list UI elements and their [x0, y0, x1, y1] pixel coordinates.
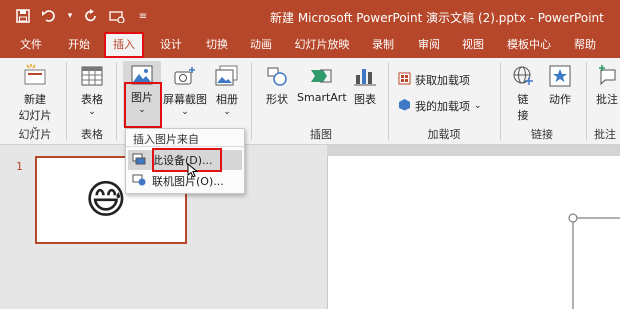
get-addins-label: 获取加载项 [415, 74, 470, 87]
group-divider [586, 62, 587, 140]
get-addins-button[interactable]: 获取加载项 [398, 72, 470, 88]
photo-album-icon [210, 64, 244, 91]
redo-icon[interactable] [82, 7, 100, 25]
mouse-cursor-icon [187, 163, 198, 178]
tab-view[interactable]: 视图 [458, 32, 488, 58]
group-divider [251, 62, 252, 140]
new-slide-button[interactable]: 新建 幻灯片 ⌄ [14, 64, 56, 132]
comment-label: 批注 [596, 93, 618, 106]
link-button[interactable]: 链 接 [508, 64, 538, 123]
store-icon [398, 72, 411, 88]
menu-item-online-pictures[interactable]: 联机图片(O)... [128, 171, 242, 191]
chevron-down-icon: ⌄ [223, 107, 231, 117]
selection-handle[interactable] [328, 156, 620, 309]
group-label-addins: 加载项 [427, 128, 461, 141]
new-slide-icon [14, 64, 56, 91]
tab-home[interactable]: 开始 [64, 32, 94, 58]
online-picture-icon [132, 174, 146, 189]
tab-help[interactable]: 帮助 [570, 32, 600, 58]
tab-transitions[interactable]: 切换 [202, 32, 232, 58]
undo-icon[interactable] [40, 7, 58, 25]
screenshot-icon [163, 64, 207, 91]
slide-number: 1 [16, 160, 23, 173]
tab-record[interactable]: 录制 [368, 32, 398, 58]
group-label-comments: 批注 [594, 128, 616, 141]
shapes-icon [262, 64, 292, 91]
chart-icon [350, 64, 380, 91]
group-label-slides: 幻灯片 [18, 128, 52, 141]
link-label-2: 接 [517, 109, 529, 122]
group-label-tables: 表格 [81, 128, 103, 141]
screenshot-button[interactable]: 屏幕截图 ⌄ [163, 64, 207, 117]
shapes-button[interactable]: 形状 [262, 64, 292, 107]
customize-icon[interactable]: ≡ [134, 7, 152, 25]
quick-access-toolbar: ▾ ≡ [14, 7, 152, 25]
link-label-1: 链 [517, 93, 529, 106]
chart-button[interactable]: 图表 [350, 64, 380, 107]
chevron-down-icon[interactable]: ▾ [66, 7, 74, 25]
ribbon: 新建 幻灯片 ⌄ 表格 ⌄ 图片 ⌄ 屏幕截图 ⌄ 相册 ⌄ 形状 SmartA… [0, 58, 620, 145]
group-label-illustrations: 插图 [310, 128, 332, 141]
tab-slideshow[interactable]: 幻灯片放映 [292, 32, 352, 58]
table-label: 表格 [81, 93, 103, 106]
group-divider [66, 62, 67, 140]
new-slide-label-2: 幻灯片 [18, 109, 52, 122]
slide-canvas[interactable] [327, 156, 620, 309]
tab-design[interactable]: 设计 [156, 32, 186, 58]
picture-highlight-box [124, 82, 162, 128]
save-icon[interactable] [14, 7, 32, 25]
tab-insert[interactable]: 插入 [104, 32, 144, 58]
emoji-image: 😅 [85, 177, 127, 223]
group-divider [388, 62, 389, 140]
comment-button[interactable]: 批注 [592, 64, 620, 107]
my-addins-button[interactable]: 我的加载项 ⌄ [398, 98, 482, 114]
smartart-icon [297, 64, 345, 91]
tab-file[interactable]: 文件 [16, 32, 46, 58]
ribbon-tabs: 文件 开始 插入 设计 切换 动画 幻灯片放映 录制 审阅 视图 模板中心 帮助 [0, 32, 620, 58]
chevron-down-icon: ⌄ [181, 107, 189, 117]
shapes-label: 形状 [266, 93, 288, 106]
table-button[interactable]: 表格 ⌄ [76, 64, 108, 117]
chevron-down-icon: ⌄ [474, 101, 482, 111]
window-title: 新建 Microsoft PowerPoint 演示文稿 (2).pptx - … [270, 11, 604, 25]
photo-album-label: 相册 [216, 93, 238, 106]
addin-cube-icon [398, 98, 411, 114]
star-action-icon [544, 64, 576, 91]
action-button[interactable]: 动作 [544, 64, 576, 107]
smartart-button[interactable]: SmartArt [297, 64, 347, 104]
screenshot-label: 屏幕截图 [163, 93, 207, 106]
group-divider [500, 62, 501, 140]
chart-label: 图表 [354, 93, 376, 106]
menu-divider [126, 146, 244, 147]
table-icon [76, 64, 108, 91]
tab-template-center[interactable]: 模板中心 [504, 32, 554, 58]
device-picture-icon [132, 153, 146, 168]
comment-icon [592, 64, 620, 91]
my-addins-label: 我的加载项 [415, 100, 470, 113]
tab-animations[interactable]: 动画 [246, 32, 276, 58]
chevron-down-icon: ⌄ [88, 107, 96, 117]
title-bar: ▾ ≡ 新建 Microsoft PowerPoint 演示文稿 (2).ppt… [0, 0, 620, 32]
present-icon[interactable] [108, 7, 126, 25]
group-divider [116, 62, 117, 140]
photo-album-button[interactable]: 相册 ⌄ [210, 64, 244, 117]
new-slide-label-1: 新建 [24, 93, 46, 106]
globe-link-icon [508, 64, 538, 91]
menu-header: 插入图片来自 [133, 133, 199, 146]
action-label: 动作 [549, 93, 571, 106]
group-label-links: 链接 [531, 128, 553, 141]
smartart-label: SmartArt [297, 91, 347, 104]
tab-review[interactable]: 审阅 [414, 32, 444, 58]
